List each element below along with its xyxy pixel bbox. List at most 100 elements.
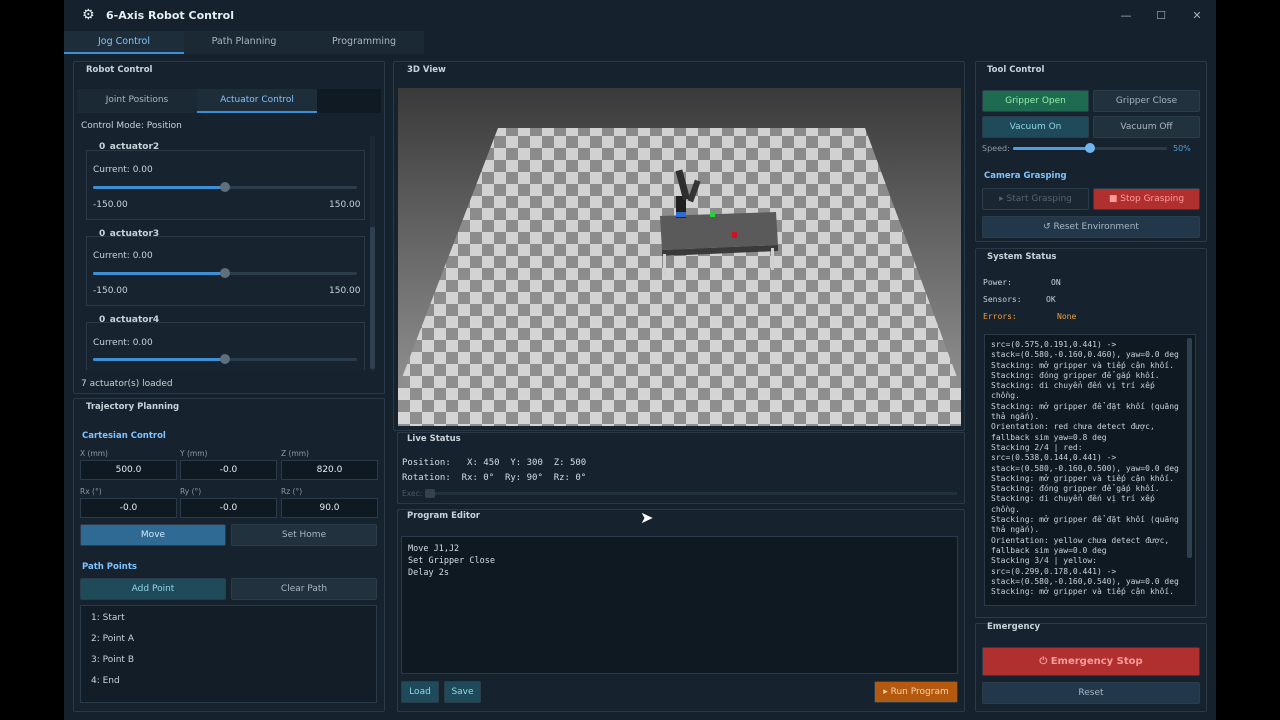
move-button[interactable]: Move <box>80 524 226 546</box>
log-line: Orientation: yellow chưa detect được, <box>991 535 1170 545</box>
log-line: stack=(0.580,-0.160,0.500), yaw=0.0 deg <box>991 463 1179 473</box>
exec-progress-handle <box>425 489 435 498</box>
actuator-scrollbar-thumb[interactable] <box>370 227 375 369</box>
errors-value: None <box>1057 312 1077 321</box>
power-value: ON <box>1051 278 1061 287</box>
log-line: stack=(0.580,-0.160,0.540), yaw=0.0 deg <box>991 576 1179 586</box>
list-item[interactable]: 2: Point A <box>91 634 134 644</box>
log-line: src=(0.299,0.178,0.441) -> <box>991 566 1117 576</box>
actuator-max: 150.00 <box>329 286 361 296</box>
tab-actuator-control[interactable]: Actuator Control <box>197 89 317 113</box>
title-bar: ⚙ 6-Axis Robot Control — ☐ ✕ <box>64 0 1216 31</box>
tab-programming[interactable]: Programming <box>304 31 424 54</box>
load-button[interactable]: Load <box>401 681 439 703</box>
speed-slider-handle[interactable] <box>1085 143 1095 153</box>
maximize-button[interactable]: ☐ <box>1153 8 1169 24</box>
list-item[interactable]: 3: Point B <box>91 655 134 665</box>
log-line: Stacking: mở gripper để đặt khối (quãng <box>991 401 1179 411</box>
log-line: Stacking 3/4 | yellow: <box>991 556 1097 566</box>
camera-grasping-title: Camera Grasping <box>984 171 1067 181</box>
errors-label: Errors: <box>983 312 1017 321</box>
actuator-slider-handle[interactable] <box>220 268 230 278</box>
log-line: fallback sim yaw=0.0 deg <box>991 545 1107 555</box>
actuator-current: Current: 0.00 <box>93 165 153 175</box>
clear-path-button[interactable]: Clear Path <box>231 578 377 600</box>
mouse-cursor: ➤ <box>640 508 654 527</box>
3d-viewport[interactable] <box>398 88 961 426</box>
gripper-close-button[interactable]: Gripper Close <box>1093 90 1200 112</box>
minimize-button[interactable]: — <box>1118 8 1134 24</box>
program-line: Set Gripper Close <box>408 556 495 566</box>
reset-button[interactable]: Reset <box>982 682 1200 704</box>
log-line: Stacking: mở gripper và tiếp cận khối. <box>991 360 1175 370</box>
actuator-slider-handle[interactable] <box>220 354 230 364</box>
emergency-stop-button[interactable]: ⏻ Emergency Stop <box>982 647 1200 676</box>
tab-path-planning[interactable]: Path Planning <box>184 31 304 54</box>
tab-jog-control[interactable]: Jog Control <box>64 31 184 54</box>
list-item[interactable]: 1: Start <box>91 613 125 623</box>
exec-progress <box>425 492 957 495</box>
log-line: src=(0.575,0.191,0.441) -> <box>991 340 1117 349</box>
system-log[interactable]: src=(0.575,0.191,0.441) -> stack=(0.580,-… <box>984 334 1196 606</box>
log-line: Stacking: di chuyển đến vị trí xếp <box>991 381 1155 391</box>
tab-blank <box>317 89 381 113</box>
program-line: Delay 2s <box>408 568 449 578</box>
rz-input[interactable]: 90.0 <box>281 498 378 518</box>
log-line: thả ngắn). <box>991 525 1040 535</box>
x-label: X (mm) <box>80 449 108 458</box>
log-line: Stacking: mở gripper để đặt khối (quãng <box>991 515 1179 525</box>
ry-label: Ry (°) <box>180 487 202 496</box>
actuator-current: Current: 0.00 <box>93 251 153 261</box>
log-line: Stacking: đóng gripper để gắp khối. <box>991 370 1160 380</box>
system-status-title: System Status <box>987 252 1057 262</box>
reset-environment-button[interactable]: ↺ Reset Environment <box>982 216 1200 238</box>
actuator-current: Current: 0.00 <box>93 338 153 348</box>
log-line: chồng. <box>991 504 1020 514</box>
control-mode-label: Control Mode: Position <box>81 121 182 131</box>
speed-label: Speed: <box>982 144 1010 153</box>
log-line: Orientation: red chưa detect được, <box>991 422 1155 432</box>
log-scrollbar[interactable] <box>1187 338 1192 558</box>
actuator-min: -150.00 <box>93 200 128 210</box>
log-line: chồng. <box>991 391 1020 401</box>
log-lines: src=(0.575,0.191,0.441) -> stack=(0.580,-… <box>991 340 1179 597</box>
log-line: Stacking: mở gripper và tiếp cận khối. <box>991 473 1175 483</box>
y-input[interactable]: -0.0 <box>180 460 277 480</box>
exec-label: Exec: <box>402 489 423 498</box>
actuator-min: -150.00 <box>93 286 128 296</box>
power-label: Power: <box>983 278 1012 287</box>
cartesian-title: Cartesian Control <box>82 431 166 441</box>
run-program-button[interactable]: ▸ Run Program <box>874 681 958 703</box>
tab-joint-positions[interactable]: Joint Positions <box>77 89 197 113</box>
rx-input[interactable]: -0.0 <box>80 498 177 518</box>
x-input[interactable]: 500.0 <box>80 460 177 480</box>
vacuum-off-button[interactable]: Vacuum Off <box>1093 116 1200 138</box>
view3d-title: 3D View <box>407 65 446 75</box>
close-button[interactable]: ✕ <box>1189 8 1205 24</box>
log-line: stack=(0.580,-0.160,0.460), yaw=0.0 deg <box>991 350 1179 360</box>
position-readout: Position: X: 450 Y: 300 Z: 500 <box>402 458 587 468</box>
speed-value: 50% <box>1173 144 1191 153</box>
rx-label: Rx (°) <box>80 487 102 496</box>
set-home-button[interactable]: Set Home <box>231 524 377 546</box>
gear-icon: ⚙ <box>82 7 95 23</box>
save-button[interactable]: Save <box>444 681 481 703</box>
rz-label: Rz (°) <box>281 487 303 496</box>
z-input[interactable]: 820.0 <box>281 460 378 480</box>
y-label: Y (mm) <box>180 449 208 458</box>
log-line: Stacking: đóng gripper để gắp khối. <box>991 484 1160 494</box>
list-item[interactable]: 4: End <box>91 676 120 686</box>
path-points-title: Path Points <box>82 562 137 572</box>
add-point-button[interactable]: Add Point <box>80 578 226 600</box>
stop-grasping-button[interactable]: ■ Stop Grasping <box>1093 188 1200 210</box>
actuator-slider-handle[interactable] <box>220 182 230 192</box>
vacuum-on-button[interactable]: Vacuum On <box>982 116 1089 138</box>
z-label: Z (mm) <box>281 449 309 458</box>
gripper-open-button[interactable]: Gripper Open <box>982 90 1089 112</box>
actuators-loaded-label: 7 actuator(s) loaded <box>81 379 173 389</box>
window-title: 6-Axis Robot Control <box>106 9 234 22</box>
actuator-slider-fill <box>93 186 225 189</box>
speed-slider-fill <box>1013 147 1090 150</box>
ry-input[interactable]: -0.0 <box>180 498 277 518</box>
start-grasping-button[interactable]: ▸ Start Grasping <box>982 188 1089 210</box>
